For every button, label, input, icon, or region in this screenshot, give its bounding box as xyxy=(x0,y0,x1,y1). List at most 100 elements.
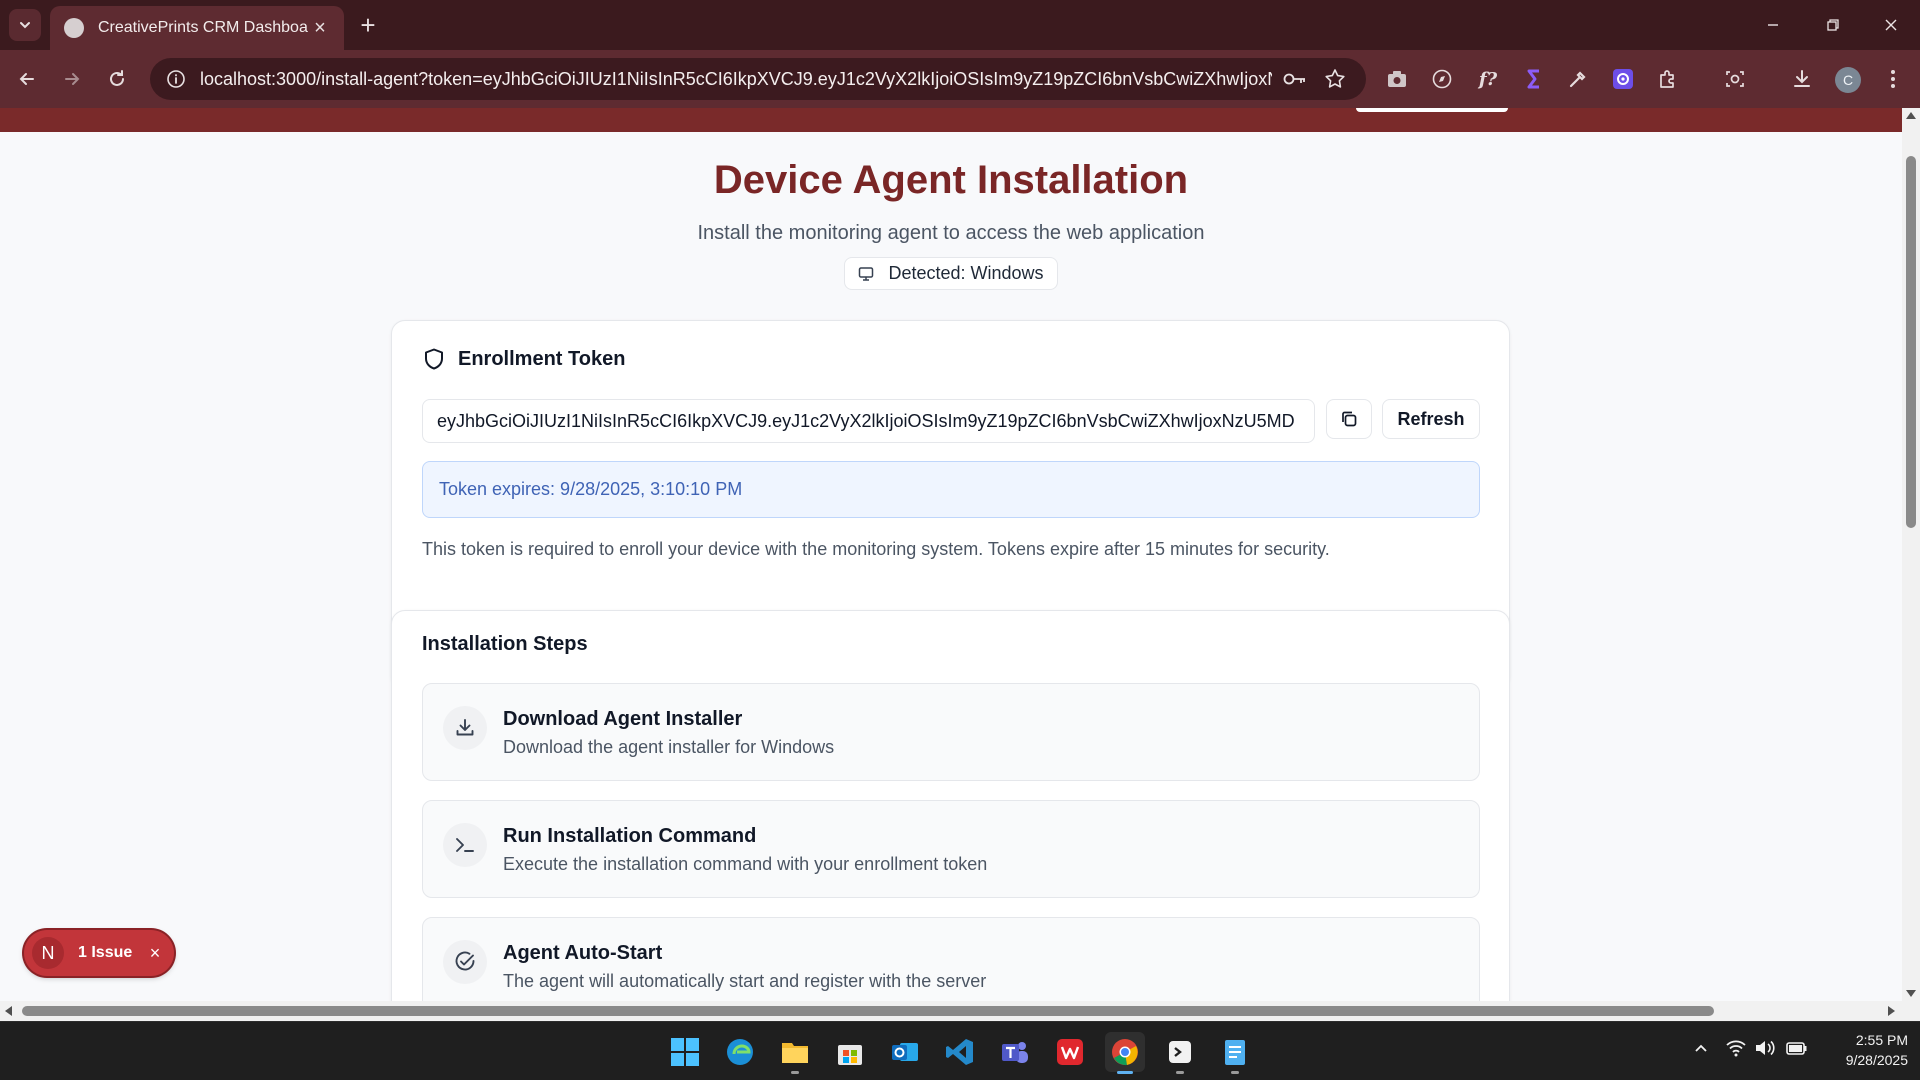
forward-button[interactable] xyxy=(56,63,88,95)
step-auto-start[interactable]: Agent Auto-Start The agent will automati… xyxy=(422,917,1480,1001)
windows-start-icon[interactable] xyxy=(665,1032,705,1072)
address-bar[interactable]: localhost:3000/install-agent?token=eyJhb… xyxy=(150,58,1366,100)
browser-tab-active[interactable]: CreativePrints CRM Dashboard × xyxy=(50,6,344,50)
minimize-button[interactable] xyxy=(1750,8,1796,42)
vertical-scrollbar[interactable] xyxy=(1902,108,1920,1001)
close-icon[interactable]: × xyxy=(144,942,166,964)
tab-search-button[interactable] xyxy=(9,9,41,41)
scroll-right-arrow-icon[interactable] xyxy=(1888,1006,1895,1016)
token-help-text: This token is required to enroll your de… xyxy=(422,539,1330,559)
download-icon[interactable] xyxy=(1788,65,1816,93)
step-description: The agent will automatically start and r… xyxy=(503,971,987,991)
scroll-down-arrow-icon[interactable] xyxy=(1906,990,1916,997)
download-icon xyxy=(443,706,487,750)
token-expiry-notice: Token expires: 9/28/2025, 3:10:10 PM xyxy=(422,461,1480,518)
eyedropper-extension-icon[interactable] xyxy=(1564,65,1592,93)
close-icon xyxy=(1885,19,1897,31)
terminal-icon xyxy=(443,823,487,867)
shield-icon xyxy=(425,348,443,370)
profile-avatar[interactable]: C xyxy=(1835,67,1861,93)
reload-icon xyxy=(110,70,124,86)
scroll-corner xyxy=(1902,1001,1920,1021)
clock-date: 9/28/2025 xyxy=(1845,1052,1908,1068)
clock-time: 2:55 PM xyxy=(1855,1032,1908,1048)
restore-icon xyxy=(1827,19,1839,31)
step-title: Download Agent Installer xyxy=(503,708,743,730)
bookmark-star-icon[interactable] xyxy=(1318,62,1352,96)
step-download-installer[interactable]: Download Agent Installer Download the ag… xyxy=(422,683,1480,781)
wps-office-icon[interactable] xyxy=(1050,1032,1090,1072)
issues-indicator[interactable]: N 1 Issue × xyxy=(24,930,174,976)
terminal-app-icon[interactable] xyxy=(1160,1032,1200,1074)
battery-icon[interactable] xyxy=(1785,1039,1809,1057)
url-text: localhost:3000/install-agent?token=eyJhb… xyxy=(200,68,1272,89)
detected-os-text: Detected: Windows xyxy=(888,263,1044,283)
microsoft-store-icon[interactable] xyxy=(830,1032,870,1072)
vscode-icon[interactable] xyxy=(940,1032,980,1072)
chrome-icon[interactable] xyxy=(1105,1032,1145,1074)
step-title: Agent Auto-Start xyxy=(503,942,663,964)
page-viewport: Device Agent Installation Install the mo… xyxy=(0,108,1902,1001)
step-description: Execute the installation command with yo… xyxy=(503,854,988,874)
browser-tab-strip: CreativePrints CRM Dashboard × + xyxy=(0,0,1920,50)
app-header xyxy=(0,108,1902,132)
scroll-up-arrow-icon[interactable] xyxy=(1906,112,1916,119)
nextjs-logo-icon: N xyxy=(32,937,64,969)
horizontal-scrollbar[interactable] xyxy=(0,1001,1902,1021)
font-extension-icon[interactable]: f? xyxy=(1474,65,1502,93)
close-window-button[interactable] xyxy=(1868,8,1914,42)
s-extension-icon[interactable] xyxy=(1519,65,1547,93)
page-title: Device Agent Installation xyxy=(713,158,1189,202)
gear-extension-icon[interactable] xyxy=(1609,65,1637,93)
step-run-command[interactable]: Run Installation Command Execute the ins… xyxy=(422,800,1480,898)
check-circle-icon xyxy=(443,940,487,984)
issue-count-label: 1 Issue xyxy=(78,944,133,961)
chevron-up-icon[interactable] xyxy=(1693,1041,1709,1057)
page-subtitle: Install the monitoring agent to access t… xyxy=(697,222,1205,244)
token-input[interactable] xyxy=(422,399,1315,443)
password-key-icon[interactable] xyxy=(1278,62,1312,96)
teams-icon[interactable] xyxy=(995,1032,1035,1072)
screen-capture-icon[interactable] xyxy=(1721,65,1749,93)
tab-title: CreativePrints CRM Dashboard xyxy=(98,19,308,36)
horizontal-scroll-thumb[interactable] xyxy=(22,1006,1714,1016)
refresh-token-button[interactable]: Refresh xyxy=(1382,399,1480,439)
browser-toolbar: localhost:3000/install-agent?token=eyJhb… xyxy=(0,50,1920,142)
edge-icon[interactable] xyxy=(720,1032,760,1072)
minimize-icon xyxy=(1768,24,1778,26)
reload-button[interactable] xyxy=(101,63,133,95)
screenshot-extension-icon[interactable] xyxy=(1383,65,1411,93)
chevron-down-icon xyxy=(20,22,30,29)
vertical-scroll-thumb[interactable] xyxy=(1906,156,1916,528)
restore-button[interactable] xyxy=(1810,8,1856,42)
arrow-right-icon xyxy=(65,73,80,85)
new-tab-button[interactable]: + xyxy=(352,9,384,41)
copy-token-button[interactable] xyxy=(1326,399,1372,439)
arrow-left-icon xyxy=(19,73,34,85)
enrollment-token-title: Enrollment Token xyxy=(458,347,626,370)
monitor-icon xyxy=(859,266,874,281)
notepad-icon[interactable] xyxy=(1215,1032,1255,1074)
back-button[interactable] xyxy=(11,63,43,95)
puzzle-extensions-icon[interactable] xyxy=(1654,65,1682,93)
enrollment-token-heading: Enrollment Token xyxy=(422,347,625,371)
file-explorer-icon[interactable] xyxy=(775,1032,815,1074)
installation-steps-card: Installation Steps Download Agent Instal… xyxy=(391,610,1510,1001)
wifi-icon[interactable] xyxy=(1725,1039,1747,1057)
site-info-icon[interactable] xyxy=(164,67,188,91)
detected-os-badge: Detected: Windows xyxy=(844,257,1058,290)
outlook-icon[interactable] xyxy=(885,1032,925,1072)
scroll-left-arrow-icon[interactable] xyxy=(5,1006,12,1016)
volume-icon[interactable] xyxy=(1754,1039,1776,1057)
more-menu-icon[interactable] xyxy=(1879,65,1907,93)
copy-icon xyxy=(1342,411,1357,427)
compass-extension-icon[interactable] xyxy=(1428,65,1456,93)
tab-close-icon[interactable]: × xyxy=(308,16,332,40)
step-title: Run Installation Command xyxy=(503,825,757,847)
header-button-fragment[interactable] xyxy=(1356,108,1508,112)
globe-icon xyxy=(64,18,84,38)
windows-taskbar xyxy=(0,1021,1920,1080)
installation-steps-title: Installation Steps xyxy=(422,633,588,655)
token-expiry-text: Token expires: 9/28/2025, 3:10:10 PM xyxy=(439,479,743,499)
taskbar-clock[interactable]: 2:55 PM 9/28/2025 xyxy=(1818,1030,1908,1070)
